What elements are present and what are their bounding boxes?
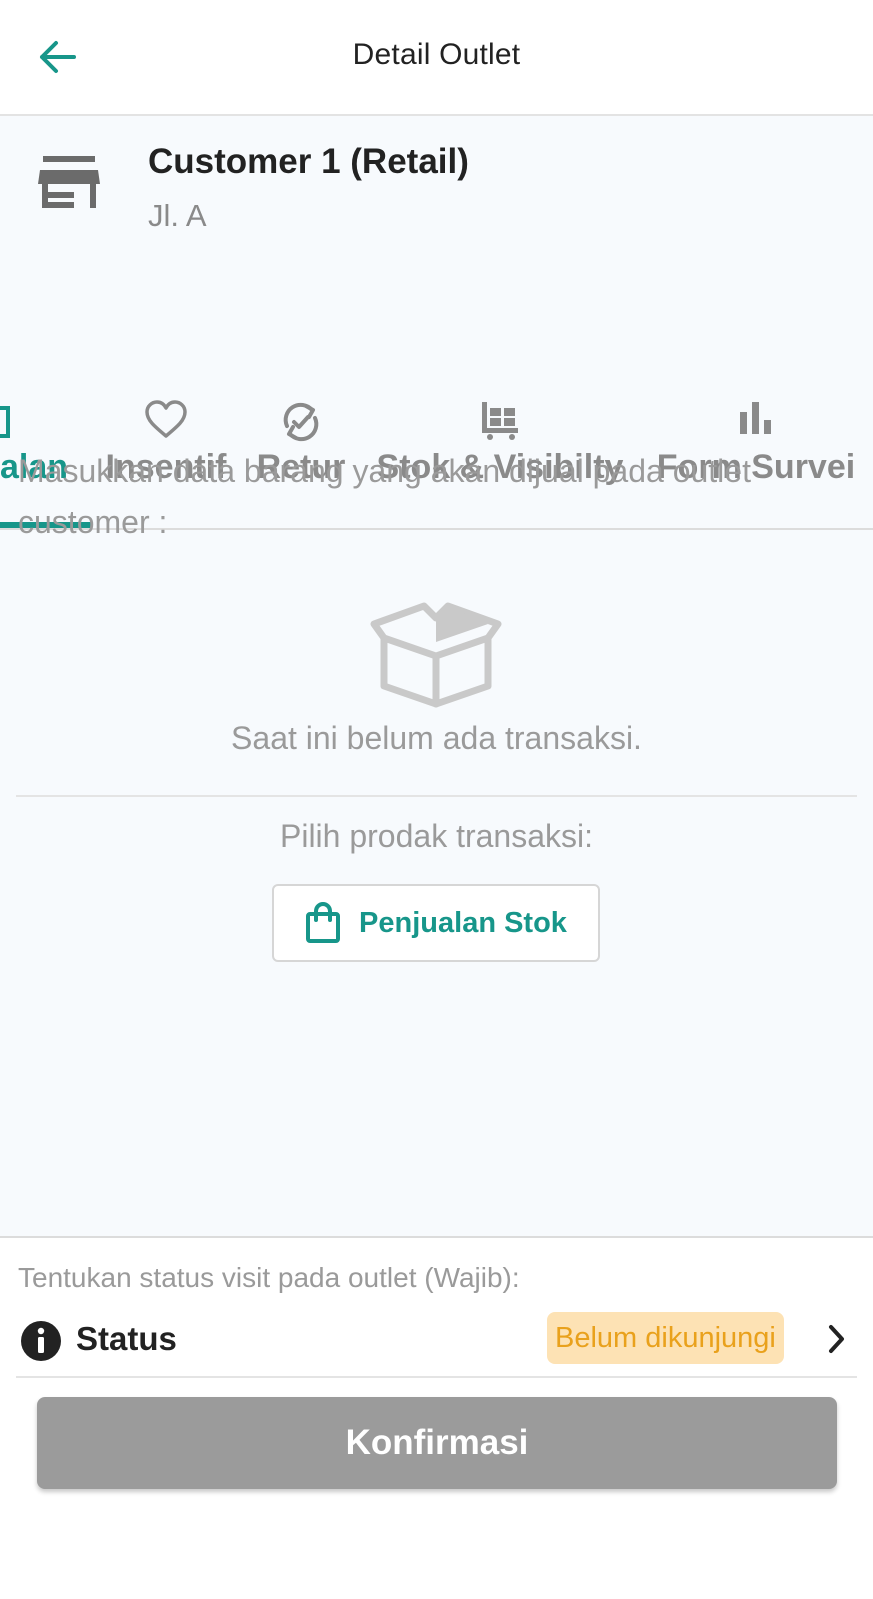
bar-chart-icon <box>740 402 771 434</box>
status-badge: Belum dikunjungi <box>547 1312 784 1364</box>
cart-icon <box>482 402 518 440</box>
shopping-bag-icon <box>0 406 10 438</box>
empty-state-text: Saat ini belum ada transaksi. <box>231 720 642 756</box>
status-selector[interactable]: Status Belum dikunjungi <box>16 1308 857 1378</box>
button-label: Penjualan Stok <box>359 906 567 939</box>
return-icon <box>283 402 319 442</box>
content-area: Customer 1 (Retail) Jl. A alan Insentif <box>0 116 873 1236</box>
visit-prompt: Tentukan status visit pada outlet (Wajib… <box>18 1262 520 1293</box>
chevron-right-icon <box>829 1325 844 1353</box>
app-bar: Detail Outlet <box>0 0 873 116</box>
button-label: Konfirmasi <box>345 1423 529 1462</box>
heart-icon <box>145 400 187 438</box>
intro-text: Masukkan data barang yang akan dijual pa… <box>18 453 751 540</box>
open-box-icon <box>370 602 502 708</box>
divider <box>16 795 857 797</box>
page-title: Detail Outlet <box>352 38 521 71</box>
store-icon <box>38 156 100 208</box>
divider <box>16 1376 857 1378</box>
outlet-name: Customer 1 (Retail) <box>148 142 469 181</box>
visit-panel: Tentukan status visit pada outlet (Wajib… <box>0 1236 873 1599</box>
confirm-button[interactable]: Konfirmasi <box>37 1397 837 1489</box>
info-icon <box>21 1321 61 1361</box>
outlet-header: Customer 1 (Retail) Jl. A <box>0 116 873 276</box>
choose-product-label: Pilih prodak transaksi: <box>279 818 594 854</box>
status-label: Status <box>76 1320 177 1357</box>
penjualan-stok-button[interactable]: Penjualan Stok <box>272 884 600 962</box>
shopping-bag-icon <box>306 902 341 943</box>
outlet-address: Jl. A <box>148 198 207 233</box>
